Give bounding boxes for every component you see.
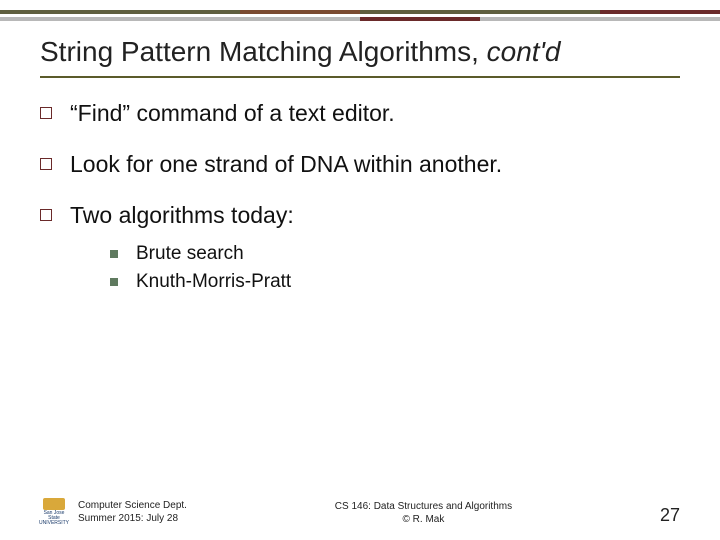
footer-center: CS 146: Data Structures and Algorithms ©… <box>335 500 512 526</box>
square-bullet-icon <box>40 107 52 119</box>
sub-bullet-text: Knuth-Morris-Pratt <box>136 271 291 293</box>
filled-square-icon <box>110 250 118 258</box>
footer-author: © R. Mak <box>335 513 512 526</box>
decorative-stripe <box>0 10 720 24</box>
footer: San Jose State UNIVERSITY Computer Scien… <box>40 498 680 526</box>
title-italic: cont'd <box>487 36 561 67</box>
sub-bullet-item: Brute search <box>110 243 680 265</box>
bullet-text: “Find” command of a text editor. <box>70 100 395 127</box>
square-bullet-icon <box>40 209 52 221</box>
logo-text: San Jose State UNIVERSITY <box>39 511 69 526</box>
footer-dept: Computer Science Dept. <box>78 499 187 512</box>
square-bullet-icon <box>40 158 52 170</box>
footer-dept-block: Computer Science Dept. Summer 2015: July… <box>78 499 187 525</box>
bullet-item: “Find” command of a text editor. <box>40 100 680 127</box>
footer-course: CS 146: Data Structures and Algorithms <box>335 500 512 513</box>
university-logo: San Jose State UNIVERSITY <box>40 498 68 526</box>
slide-title: String Pattern Matching Algorithms, cont… <box>40 36 680 78</box>
filled-square-icon <box>110 278 118 286</box>
footer-left: San Jose State UNIVERSITY Computer Scien… <box>40 498 187 526</box>
footer-term: Summer 2015: July 28 <box>78 512 187 525</box>
page-number: 27 <box>660 505 680 526</box>
bullet-text: Two algorithms today: <box>70 202 294 229</box>
bullet-item: Look for one strand of DNA within anothe… <box>40 151 680 178</box>
content-area: “Find” command of a text editor. Look fo… <box>40 100 680 299</box>
sub-bullet-text: Brute search <box>136 243 244 265</box>
slide: String Pattern Matching Algorithms, cont… <box>0 0 720 540</box>
title-main: String Pattern Matching Algorithms, <box>40 36 487 67</box>
bullet-text: Look for one strand of DNA within anothe… <box>70 151 502 178</box>
sub-bullet-item: Knuth-Morris-Pratt <box>110 271 680 293</box>
bullet-item: Two algorithms today: <box>40 202 680 229</box>
sub-bullet-list: Brute search Knuth-Morris-Pratt <box>110 243 680 293</box>
